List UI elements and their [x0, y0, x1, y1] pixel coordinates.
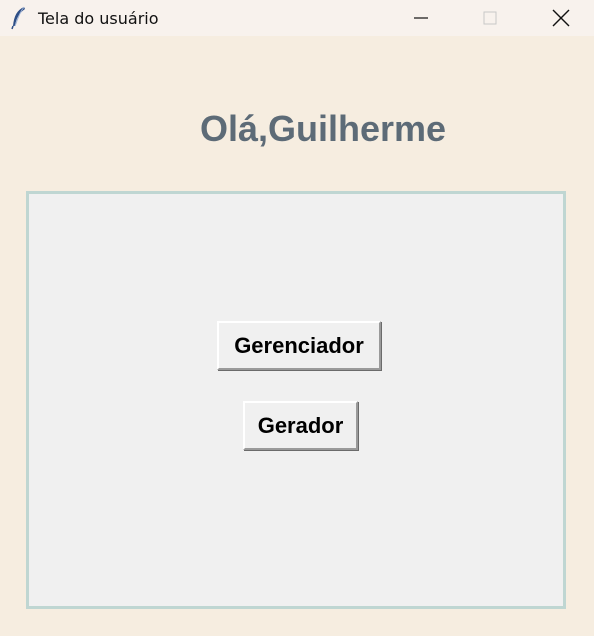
minimize-icon — [414, 17, 428, 19]
gerador-button[interactable]: Gerador — [243, 401, 358, 450]
window-titlebar[interactable]: Tela do usuário — [0, 0, 594, 36]
close-button[interactable] — [538, 0, 584, 36]
gerenciador-button[interactable]: Gerenciador — [217, 321, 381, 370]
window-title: Tela do usuário — [38, 9, 159, 28]
close-icon — [552, 9, 570, 27]
feather-icon — [10, 6, 28, 30]
maximize-icon — [483, 11, 497, 25]
minimize-button[interactable] — [398, 0, 444, 36]
maximize-button[interactable] — [467, 0, 513, 36]
greeting-heading: Olá,Guilherme — [199, 108, 447, 149]
content-panel — [26, 191, 566, 609]
